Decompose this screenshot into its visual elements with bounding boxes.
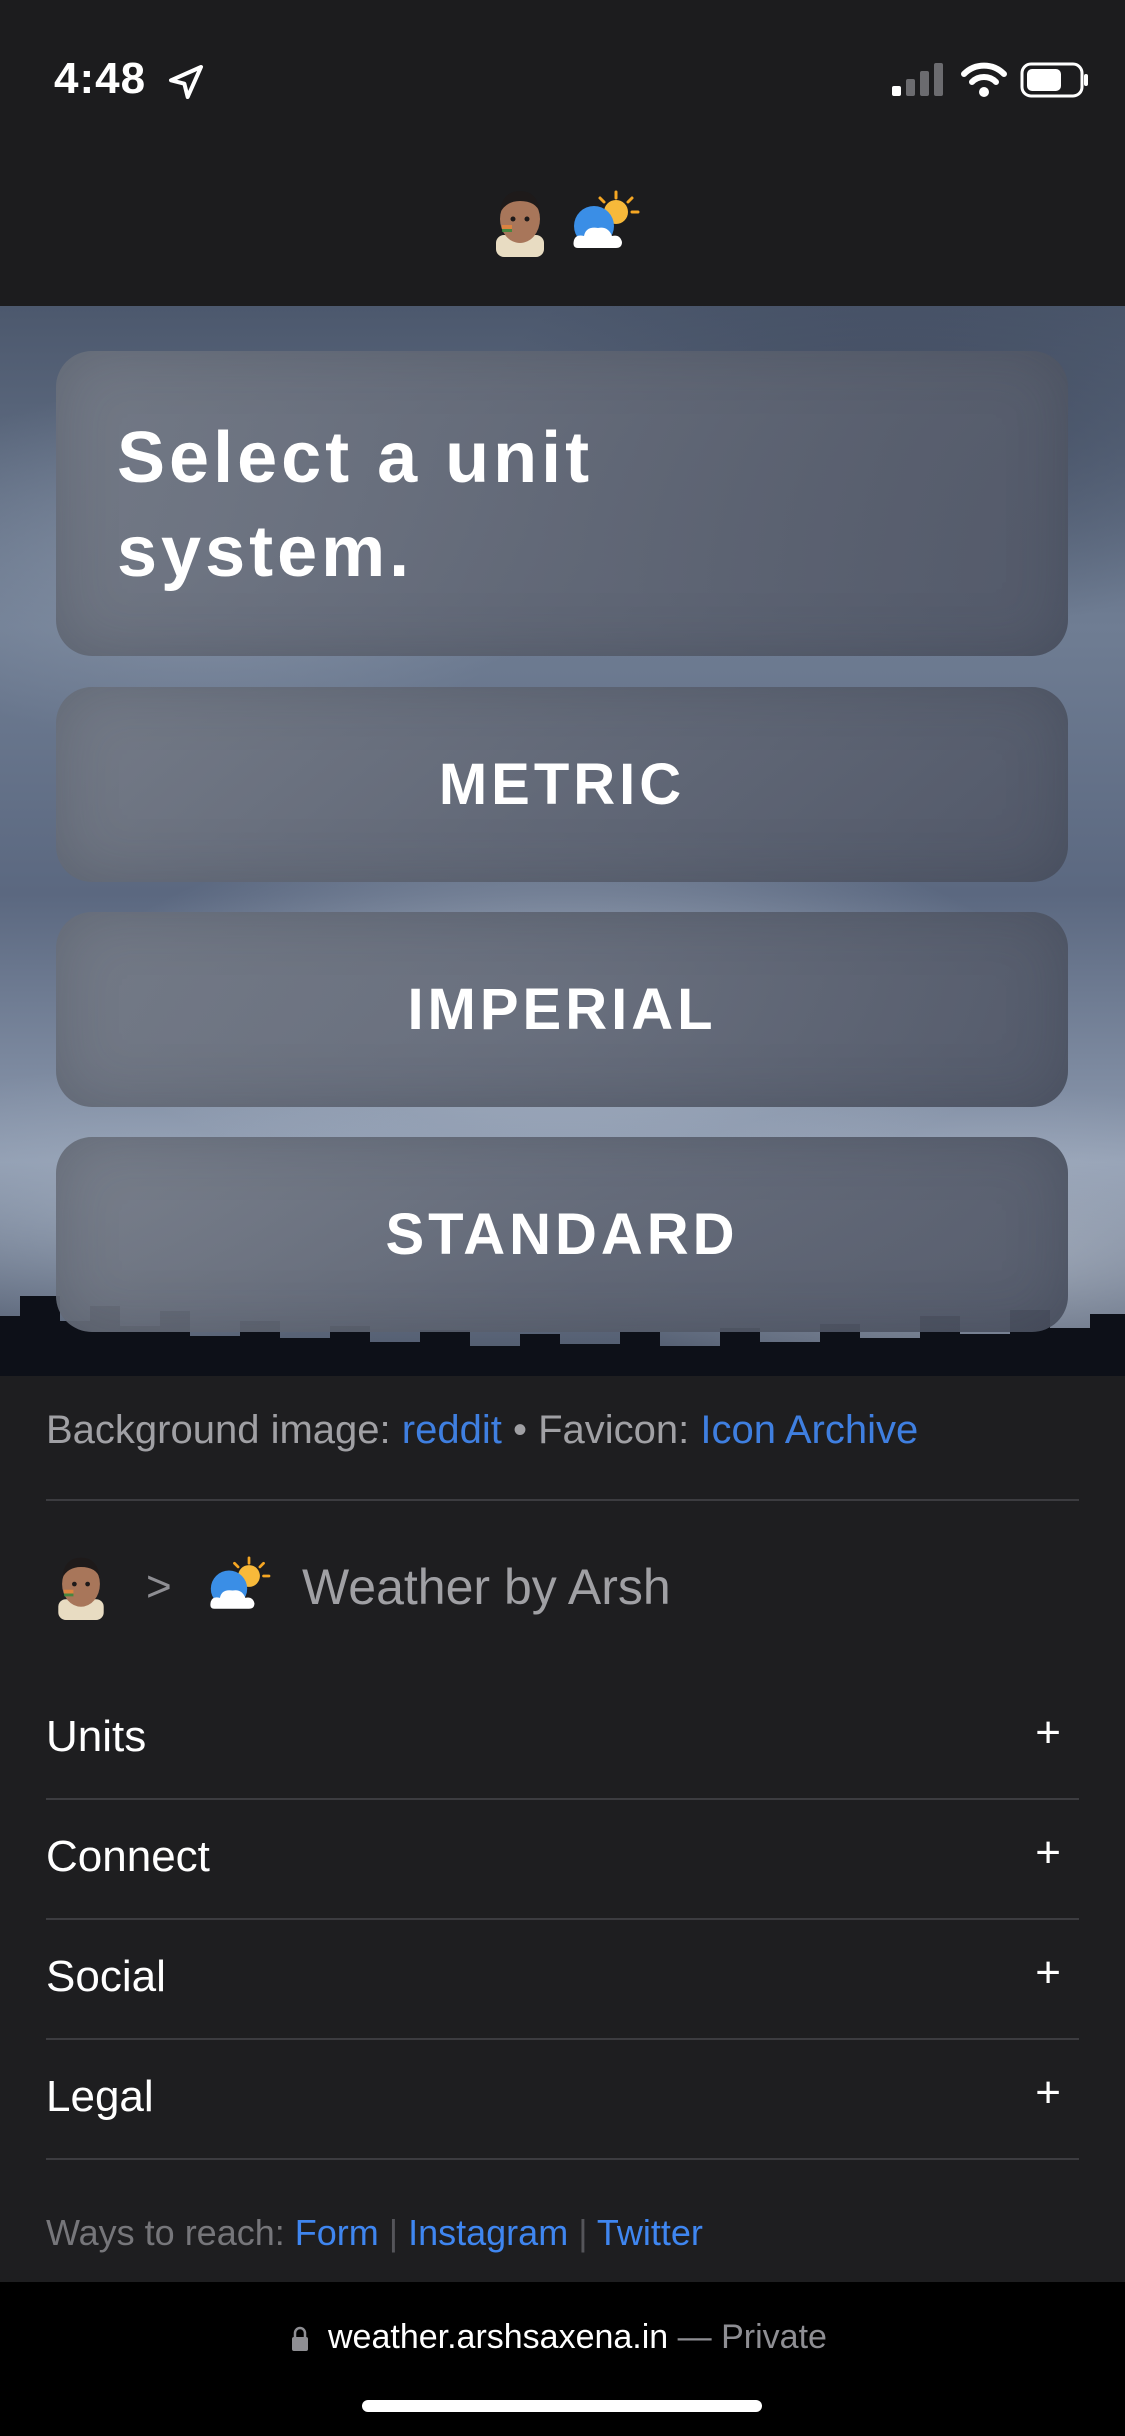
plus-icon: + xyxy=(1035,2068,1061,2117)
separator: | xyxy=(568,2212,597,2253)
accordion-units[interactable]: Units + xyxy=(46,1680,1079,1798)
standard-button[interactable]: STANDARD xyxy=(56,1137,1068,1332)
avatar-icon[interactable] xyxy=(54,1550,108,1620)
plus-icon: + xyxy=(1035,1828,1061,1877)
metric-button[interactable]: METRIC xyxy=(56,687,1068,882)
plus-icon: + xyxy=(1035,1948,1061,1997)
accordion-label: Connect xyxy=(46,1832,210,1881)
accordion-label: Legal xyxy=(46,2072,154,2121)
accordion-label: Social xyxy=(46,1952,166,2001)
chevron-right-icon: > xyxy=(146,1562,172,1611)
home-indicator[interactable] xyxy=(362,2400,762,2412)
site-name[interactable]: Weather by Arsh xyxy=(302,1558,671,1616)
imperial-button[interactable]: IMPERIAL xyxy=(56,912,1068,1107)
reddit-link[interactable]: reddit xyxy=(402,1408,502,1452)
image-credits: Background image: reddit • Favicon: Icon… xyxy=(46,1408,918,1453)
unit-prompt-card: Select a unit system. xyxy=(56,351,1068,656)
accordion-legal[interactable]: Legal + xyxy=(46,2040,1079,2158)
instagram-link[interactable]: Instagram xyxy=(408,2212,568,2253)
status-bar: 4:48 xyxy=(0,0,1125,150)
breadcrumb: > Weather by Arsh xyxy=(46,1548,1079,1628)
app-header xyxy=(0,150,1125,306)
twitter-link[interactable]: Twitter xyxy=(597,2212,703,2253)
accordion-connect[interactable]: Connect + xyxy=(46,1800,1079,1918)
lock-icon xyxy=(292,2326,308,2351)
unit-prompt-title: Select a unit system. xyxy=(117,418,594,592)
wifi-icon xyxy=(961,62,1007,97)
separator: | xyxy=(378,2212,409,2253)
plus-icon: + xyxy=(1035,1708,1061,1757)
credits-favicon-prefix: Favicon: xyxy=(538,1408,701,1452)
private-label: — Private xyxy=(668,2318,827,2356)
credits-bg-prefix: Background image: xyxy=(46,1408,402,1452)
cellular-signal-icon xyxy=(892,63,943,96)
status-time: 4:48 xyxy=(54,54,147,103)
metric-button-label: METRIC xyxy=(438,752,686,817)
accordion-label: Units xyxy=(46,1712,147,1761)
reach-prefix: Ways to reach: xyxy=(46,2212,295,2253)
imperial-button-label: IMPERIAL xyxy=(407,977,717,1042)
divider xyxy=(46,1499,1079,1501)
browser-url-bar[interactable]: weather.arshsaxena.in — Private xyxy=(0,2282,1125,2436)
url-text[interactable]: weather.arshsaxena.in — Private xyxy=(328,2318,827,2357)
battery-icon xyxy=(1020,62,1088,98)
accordion-social[interactable]: Social + xyxy=(46,1920,1079,2038)
avatar-icon[interactable] xyxy=(492,183,548,257)
weather-logo-icon[interactable] xyxy=(570,190,640,256)
location-arrow-icon xyxy=(169,65,203,99)
weather-logo-icon[interactable] xyxy=(206,1556,272,1616)
divider xyxy=(46,2158,1079,2160)
form-link[interactable]: Form xyxy=(295,2212,379,2253)
url-domain: weather.arshsaxena.in xyxy=(328,2318,669,2356)
standard-button-label: STANDARD xyxy=(385,1202,739,1267)
credits-bullet: • xyxy=(501,1408,539,1452)
contact-links: Ways to reach: Form | Instagram | Twitte… xyxy=(46,2212,703,2254)
icon-archive-link[interactable]: Icon Archive xyxy=(700,1408,918,1452)
